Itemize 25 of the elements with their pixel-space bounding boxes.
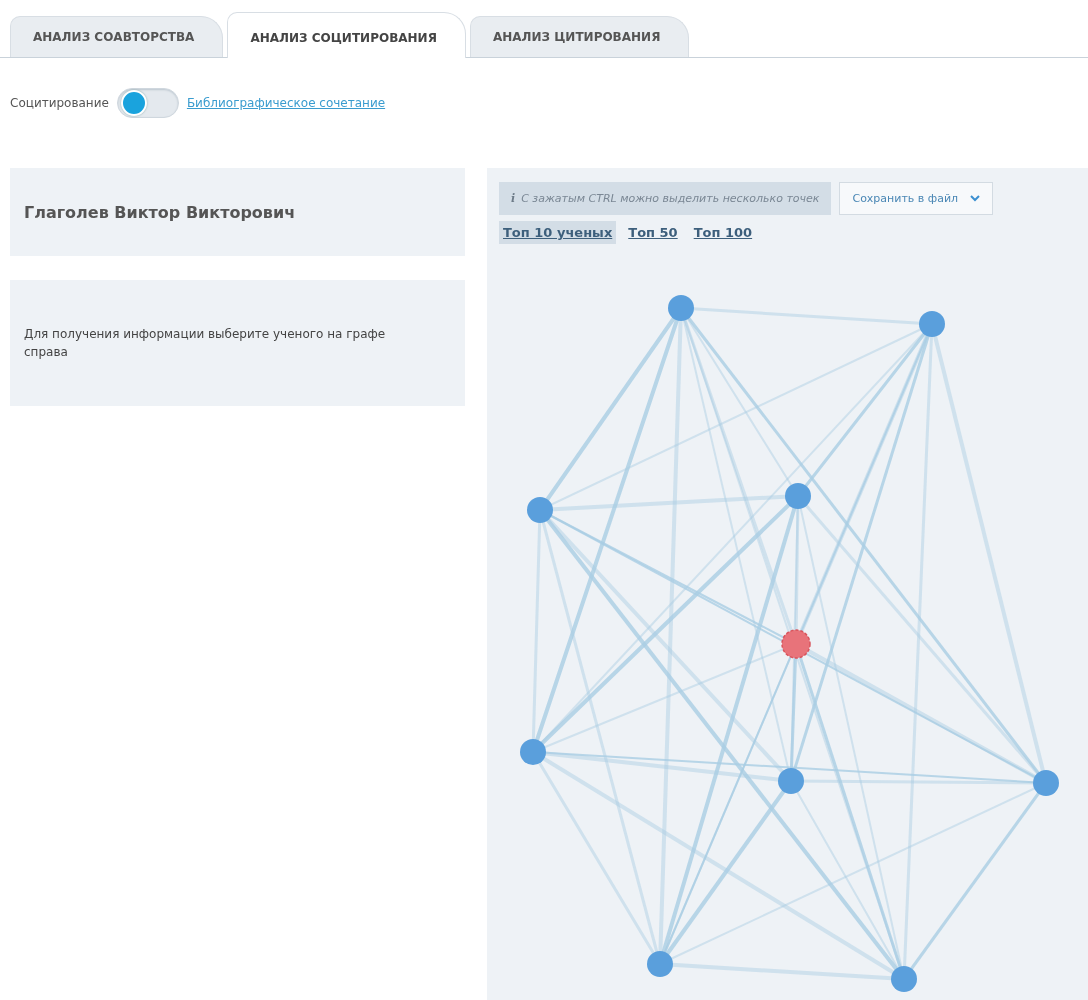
graph-node[interactable] (785, 483, 811, 509)
filter-link[interactable]: Топ 10 ученых (499, 221, 617, 244)
tab[interactable]: АНАЛИЗ СОАВТОРСТВА (10, 16, 224, 57)
switch-label[interactable]: Социтирование (10, 96, 109, 110)
graph-node[interactable] (919, 311, 945, 337)
hint-text: С зажатым CTRL можно выделить несколько точек (521, 192, 820, 205)
graph-node[interactable] (781, 629, 811, 659)
graph-node[interactable] (668, 295, 694, 321)
info-text: Для получения информации выберите ученого на графе справа (24, 326, 387, 361)
graph-node[interactable] (520, 739, 546, 765)
scientist-name: Глаголев Виктор Викторович (24, 202, 296, 222)
info-icon: i (511, 192, 516, 205)
filter-link[interactable]: Топ 50 (624, 221, 682, 244)
save-dropdown[interactable]: Сохранить в файл (839, 182, 994, 215)
switch-label[interactable]: Библиографическое сочетание (186, 96, 386, 110)
chevron-icon (970, 195, 981, 202)
graph-node[interactable] (1033, 770, 1059, 796)
graph-node[interactable] (778, 768, 804, 794)
graph-node[interactable] (647, 951, 673, 977)
tab[interactable]: АНАЛИЗ ЦИТИРОВАНИЯ (469, 16, 690, 57)
filter-link[interactable]: Топ 100 (689, 221, 757, 244)
toggle-switch[interactable] (116, 88, 179, 118)
graph-node[interactable] (527, 497, 553, 523)
tab[interactable]: АНАЛИЗ СОЦИТИРОВАНИЯ (227, 12, 466, 58)
graph-node[interactable] (891, 966, 917, 992)
